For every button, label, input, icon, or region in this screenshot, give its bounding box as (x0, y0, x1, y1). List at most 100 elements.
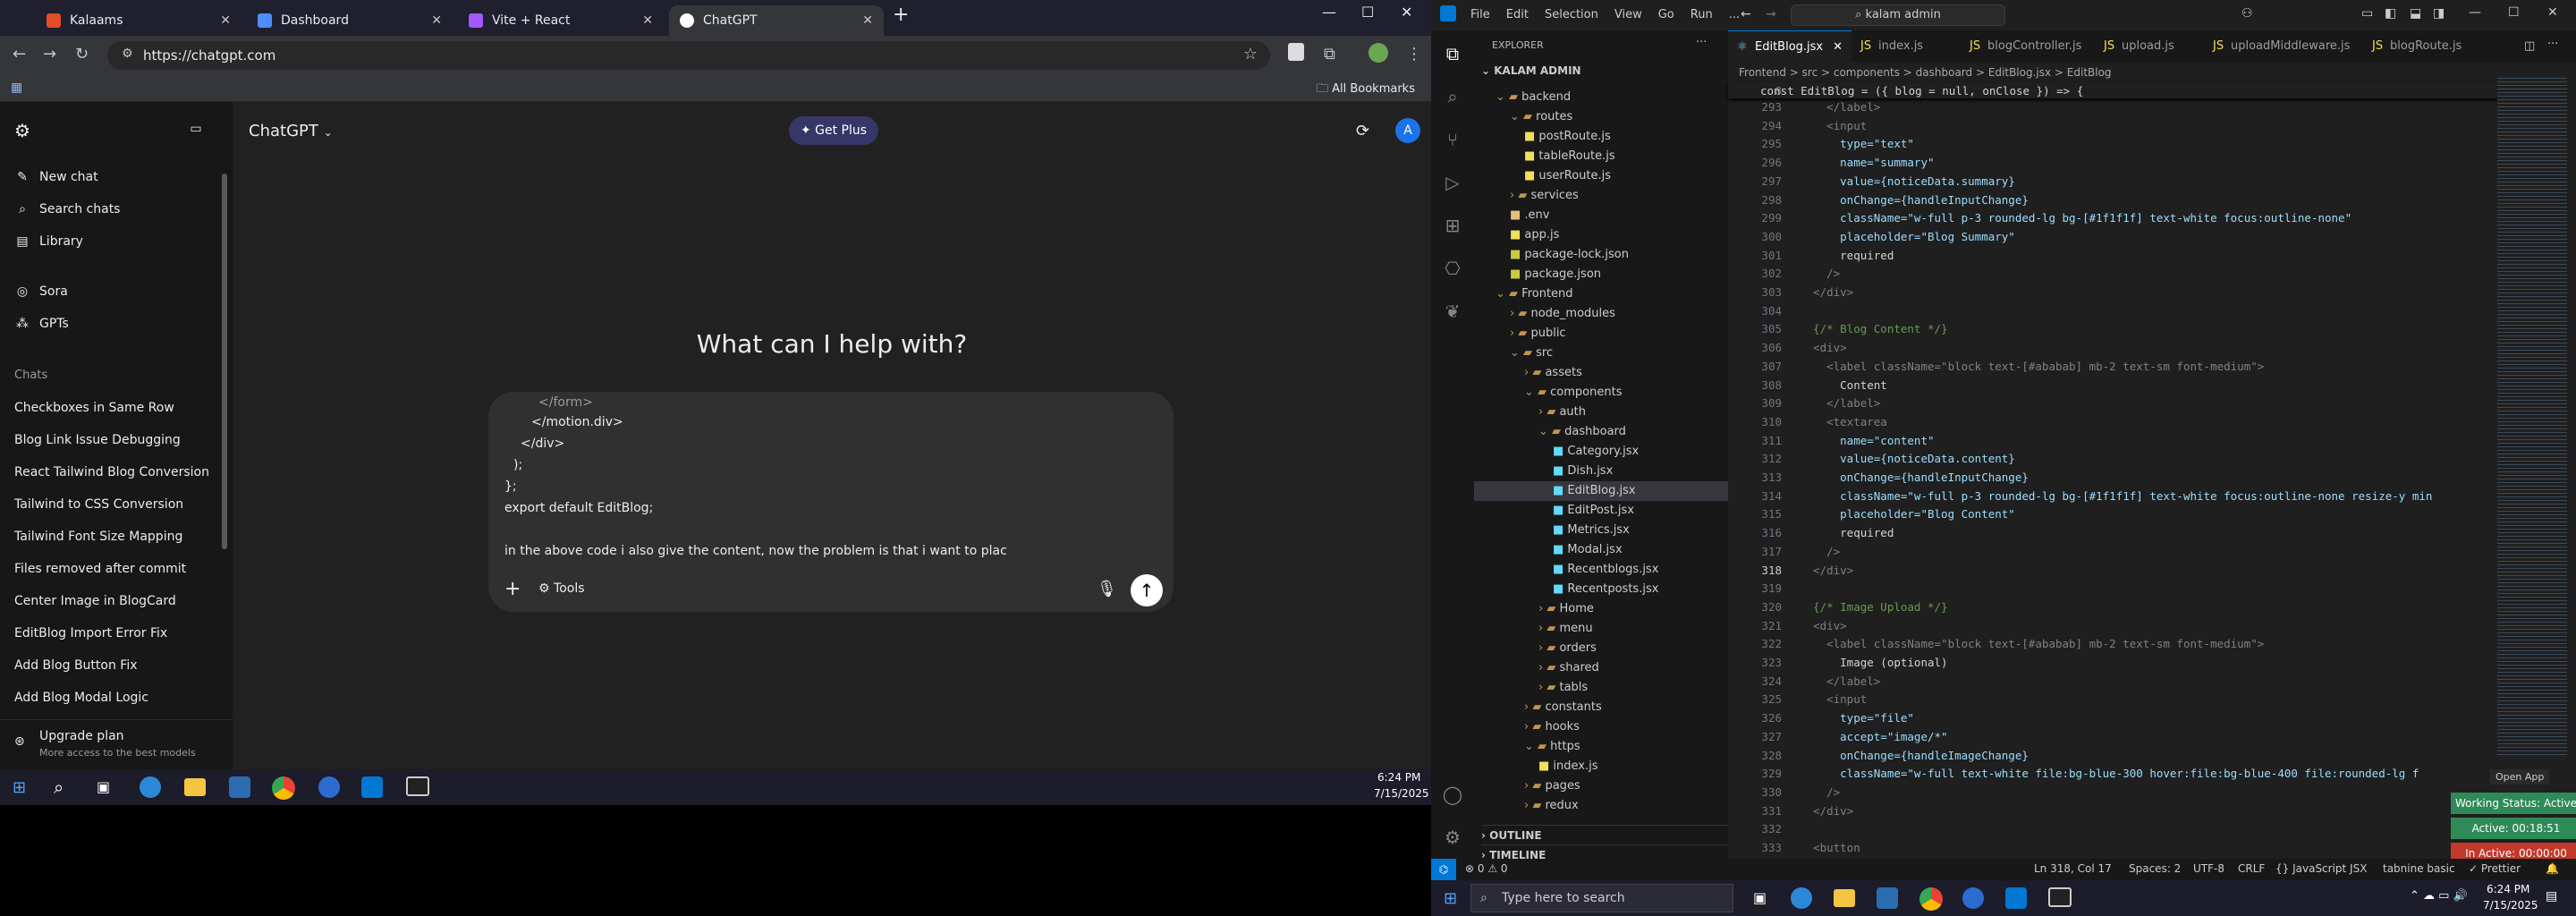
tab-vite-react[interactable]: Vite + React ✕ (458, 5, 664, 36)
search-chats-button[interactable]: ⌕ Search chats (14, 202, 120, 216)
openai-logo-icon[interactable]: ⚙ (14, 120, 39, 141)
code-line[interactable]: </label> (1800, 674, 1880, 688)
menu-item[interactable]: Go (1658, 8, 1674, 21)
code-line[interactable]: className="w-full p-3 rounded-lg bg-[#1f… (1800, 489, 2432, 503)
tree-folder[interactable]: › ▰ redux (1474, 796, 1728, 816)
code-line[interactable]: onChange={handleImageChange} (1800, 749, 2029, 762)
command-center-search[interactable]: ⌕ kalam admin (1791, 4, 2005, 26)
tools-button[interactable]: ⚙ Tools (538, 581, 585, 596)
task-view-icon[interactable]: ▣ (97, 778, 110, 795)
tree-folder[interactable]: › ▰ hooks (1474, 717, 1728, 737)
chat-history-item[interactable]: Blog Link Issue Debugging (14, 433, 181, 447)
code-line[interactable]: <input (1800, 119, 1867, 132)
get-plus-button[interactable]: ✦ Get Plus (789, 116, 878, 145)
back-icon[interactable]: ← (13, 45, 26, 64)
prettier-status[interactable]: ✓ Prettier (2469, 862, 2521, 875)
tree-file[interactable]: ■ Dish.jsx (1474, 462, 1728, 481)
code-line[interactable]: <button (1800, 841, 1860, 854)
menu-item[interactable]: Edit (1506, 8, 1529, 21)
extensions-icon[interactable]: ⧉ (1324, 45, 1335, 64)
code-line[interactable]: className="w-full p-3 rounded-lg bg-[#1f… (1800, 211, 2351, 225)
menu-item[interactable]: ... (1729, 8, 1740, 21)
avatar[interactable]: A (1395, 118, 1420, 143)
library-button[interactable]: ▤ Library (14, 234, 83, 249)
code-line[interactable]: <label className="block text-[#ababab] m… (1800, 360, 2264, 373)
code-line[interactable]: className="w-full text-white file:bg-blu… (1800, 767, 2419, 780)
remote-indicator-icon[interactable]: ⌬ (1431, 859, 1456, 880)
tree-folder[interactable]: › ▰ assets (1474, 363, 1728, 383)
code-line[interactable]: value={noticeData.summary} (1800, 174, 2015, 188)
code-line[interactable]: {/* Blog Content */} (1800, 322, 1948, 335)
close-window-icon[interactable]: ✕ (2547, 5, 2558, 20)
sidebar-scrollbar[interactable] (222, 174, 227, 549)
code-line[interactable]: name="summary" (1800, 156, 1934, 169)
chat-history-item[interactable]: Checkboxes in Same Row (14, 401, 174, 415)
code-line[interactable]: name="content" (1800, 434, 1934, 447)
tree-folder[interactable]: ⌄ ▰ src (1474, 344, 1728, 363)
code-line[interactable]: required (1800, 249, 1894, 262)
microphone-icon[interactable]: 🎙 (1097, 580, 1117, 598)
tab-dashboard[interactable]: Dashboard ✕ (247, 5, 453, 36)
vscode-icon[interactable] (2005, 887, 2027, 909)
code-line[interactable]: value={noticeData.content} (1800, 452, 2015, 465)
maximize-icon[interactable]: ☐ (2508, 5, 2520, 20)
tree-folder[interactable]: ⌄ ▰ dashboard (1474, 422, 1728, 442)
code-line[interactable]: required (1800, 526, 1894, 539)
close-tab-icon[interactable]: ✕ (431, 13, 442, 28)
tree-file[interactable]: ■ Recentblogs.jsx (1474, 560, 1728, 580)
editor-tab-blogroute[interactable]: JS blogRoute.js (2363, 30, 2488, 63)
code-line[interactable]: <div> (1800, 341, 1847, 354)
tree-folder[interactable]: › ▰ auth (1474, 403, 1728, 422)
search-icon[interactable]: ⌕ (1442, 86, 1463, 107)
maximize-icon[interactable]: ☐ (1361, 4, 1374, 21)
apps-grid-icon[interactable]: ▦ (11, 81, 22, 95)
chat-history-item[interactable]: Tailwind Font Size Mapping (14, 530, 182, 544)
taskbar-search-box[interactable]: ⌕ Type here to search (1470, 884, 1733, 912)
accounts-icon[interactable]: ◯ (1442, 784, 1463, 805)
tree-folder[interactable]: › ▰ shared (1474, 658, 1728, 678)
windows-start-icon[interactable]: ⊞ (13, 778, 26, 797)
tree-file[interactable]: ■ Modal.jsx (1474, 540, 1728, 560)
code-line[interactable]: <label className="block text-[#ababab] m… (1800, 637, 2264, 650)
profile-avatar[interactable] (1368, 43, 1388, 63)
explorer-icon[interactable]: ⧉ (1442, 43, 1463, 64)
tab-kalaams[interactable]: Kalaams ✕ (36, 5, 242, 36)
open-app-button[interactable]: Open App (2490, 769, 2550, 785)
file-explorer-icon[interactable] (184, 778, 206, 796)
chrome-icon[interactable] (272, 776, 295, 800)
tree-file[interactable]: ■ Category.jsx (1474, 442, 1728, 462)
code-line[interactable]: onChange={handleInputChange} (1800, 193, 2029, 207)
workspace-root[interactable]: ⌄ KALAM ADMIN (1481, 64, 1581, 77)
site-info-icon[interactable]: ⚙ (122, 47, 133, 61)
chat-history-item[interactable]: EditBlog Import Error Fix (14, 626, 167, 640)
chat-history-item[interactable]: Center Image in BlogCard (14, 594, 176, 608)
vscode-alt-icon[interactable] (318, 776, 340, 798)
tree-file[interactable]: ■ postRoute.js (1474, 127, 1728, 147)
windows-start-icon[interactable]: ⊞ (1444, 889, 1457, 908)
new-chat-button[interactable]: ✎ New chat (14, 170, 98, 184)
store-icon[interactable] (1877, 887, 1898, 909)
indentation[interactable]: Spaces: 2 (2129, 862, 2181, 875)
upgrade-plan-button[interactable]: ⊛ Upgrade plan More access to the best m… (0, 719, 233, 769)
tree-folder[interactable]: › ▰ pages (1474, 776, 1728, 796)
code-line[interactable]: </div> (1800, 804, 1853, 818)
menu-item[interactable]: Selection (1545, 8, 1598, 21)
gpts-button[interactable]: ⁂ GPTs (14, 317, 69, 331)
encoding[interactable]: UTF-8 (2193, 862, 2224, 875)
tree-file[interactable]: ■ EditBlog.jsx (1474, 481, 1728, 501)
edge-icon[interactable] (1791, 887, 1812, 909)
extensions-icon[interactable]: ⊞ (1442, 215, 1463, 236)
tree-folder[interactable]: › ▰ constants (1474, 698, 1728, 717)
chat-history-item[interactable]: Add Blog Button Fix (14, 658, 138, 673)
source-control-icon[interactable]: ⑂ (1442, 129, 1463, 150)
chat-history-item[interactable]: React Tailwind Blog Conversion (14, 465, 209, 479)
remote-icon[interactable]: ⎔ (1442, 258, 1463, 279)
editor-tab-uploadmiddleware[interactable]: JS uploadMiddleware.js (2204, 30, 2363, 63)
tree-file[interactable]: ■ Recentposts.jsx (1474, 580, 1728, 599)
send-button[interactable]: ↑ (1131, 574, 1163, 606)
code-line[interactable]: {/* Image Upload */} (1800, 600, 1948, 614)
code-line[interactable]: onChange={handleInputChange} (1800, 471, 2029, 484)
editor-tab-index[interactable]: JS index.js (1852, 30, 1961, 63)
notifications-bell-icon[interactable]: 🔔 (2546, 862, 2559, 875)
code-line[interactable]: /> (1800, 785, 1840, 799)
